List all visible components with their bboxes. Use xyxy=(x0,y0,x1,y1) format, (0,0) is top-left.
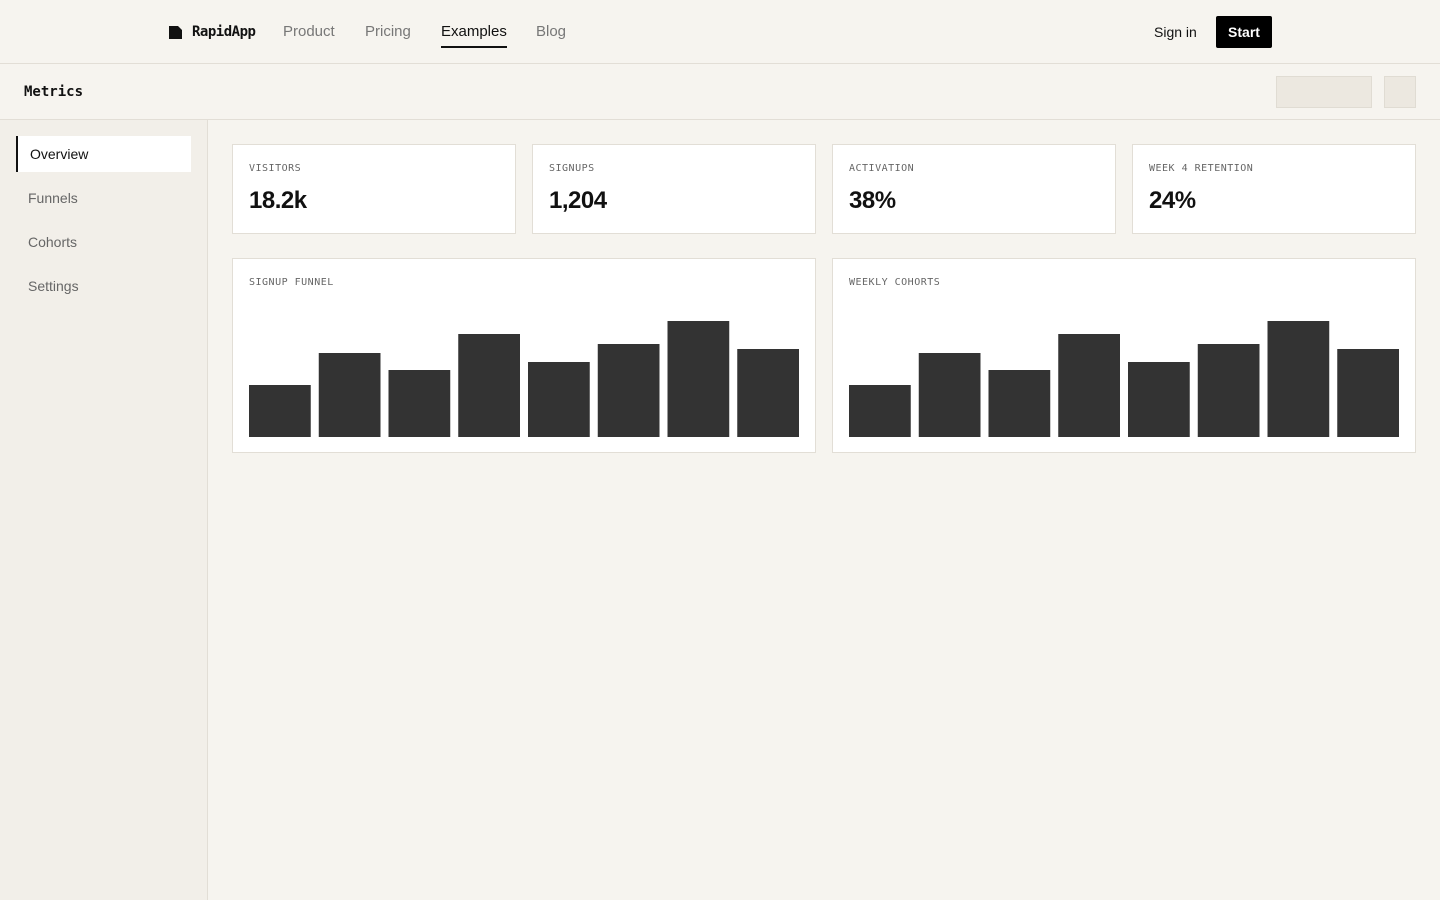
sidebar-item-label: Cohorts xyxy=(28,234,78,250)
kpi-value: 18.2k xyxy=(249,187,307,214)
nav-link-blog[interactable]: Blog xyxy=(536,22,566,42)
nav-link-examples[interactable]: Examples xyxy=(441,22,507,48)
weekly-cohorts-chart-card: WEEKLY COHORTS xyxy=(832,258,1416,453)
kpi-card-activation: ACTIVATION 38% xyxy=(832,144,1116,234)
sidebar: Overview Funnels Cohorts Settings xyxy=(0,120,208,900)
chart-bar-4 xyxy=(1058,334,1120,437)
chart-bar-2 xyxy=(318,353,381,437)
chart-bar-1 xyxy=(849,385,911,437)
chart-bar-3 xyxy=(388,370,451,437)
header-icon-button[interactable] xyxy=(1384,76,1416,108)
kpi-label: VISITORS xyxy=(249,163,302,174)
chart-bar-2 xyxy=(918,353,981,437)
chart-bar-5 xyxy=(1128,362,1190,437)
kpi-value: 1,204 xyxy=(549,187,607,214)
sidebar-item-overview[interactable]: Overview xyxy=(16,136,191,172)
kpi-value: 38% xyxy=(849,187,896,214)
chart-bar-3 xyxy=(988,370,1051,437)
kpi-label: SIGNUPS xyxy=(549,163,595,174)
start-button[interactable]: Start xyxy=(1216,16,1272,48)
nav-link-pricing[interactable]: Pricing xyxy=(365,22,411,42)
chart-bar-8 xyxy=(1337,349,1399,437)
page-header: Metrics xyxy=(0,64,1440,120)
chart-bar-4 xyxy=(458,334,520,437)
chart-bar-1 xyxy=(249,385,311,437)
weekly-cohorts-chart xyxy=(849,321,1399,437)
chart-bar-7 xyxy=(667,321,730,437)
chart-bar-7 xyxy=(1267,321,1330,437)
top-nav: RapidApp Product Pricing Examples Blog S… xyxy=(0,0,1440,64)
kpi-card-signups: SIGNUPS 1,204 xyxy=(532,144,816,234)
sign-in-link[interactable]: Sign in xyxy=(1154,22,1197,42)
chart-bar-8 xyxy=(737,349,799,437)
sidebar-item-cohorts[interactable]: Cohorts xyxy=(16,224,191,260)
sidebar-item-label: Overview xyxy=(30,146,89,162)
sidebar-item-settings[interactable]: Settings xyxy=(16,268,191,304)
sidebar-item-label: Funnels xyxy=(28,190,78,206)
kpi-card-visitors: VISITORS 18.2k xyxy=(232,144,516,234)
chart-bar-6 xyxy=(597,344,660,437)
chart-bar-6 xyxy=(1197,344,1260,437)
document-icon xyxy=(169,25,182,39)
chart-title: WEEKLY COHORTS xyxy=(849,277,941,288)
kpi-label: ACTIVATION xyxy=(849,163,915,174)
nav-link-product[interactable]: Product xyxy=(283,22,335,42)
header-action-button[interactable] xyxy=(1276,76,1372,108)
chart-title: SIGNUP FUNNEL xyxy=(249,277,334,288)
brand-name: RapidApp xyxy=(192,24,256,40)
page-title: Metrics xyxy=(24,84,84,100)
sidebar-item-label: Settings xyxy=(28,278,79,294)
chart-bar-5 xyxy=(528,362,590,437)
sidebar-item-funnels[interactable]: Funnels xyxy=(16,180,191,216)
brand-logo[interactable]: RapidApp xyxy=(169,22,256,42)
signup-funnel-chart xyxy=(249,321,799,437)
signup-funnel-chart-card: SIGNUP FUNNEL xyxy=(232,258,816,453)
kpi-label: WEEK 4 RETENTION xyxy=(1149,163,1254,174)
kpi-value: 24% xyxy=(1149,187,1196,214)
kpi-card-week-4-retention: WEEK 4 RETENTION 24% xyxy=(1132,144,1416,234)
